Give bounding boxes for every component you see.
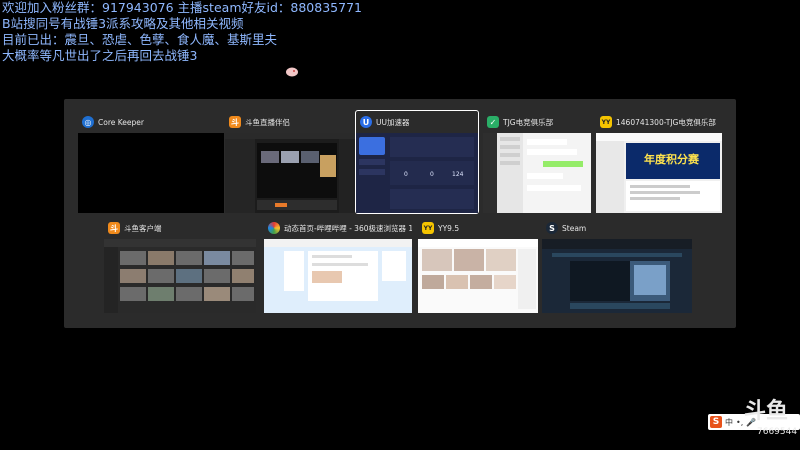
- core-keeper-icon: ◎: [82, 116, 94, 128]
- window-title: UU加速器: [376, 117, 410, 127]
- window-thumbnail: [542, 239, 692, 313]
- tile-header: ◎ Core Keeper: [82, 111, 224, 133]
- ime-mode-label[interactable]: 中: [725, 417, 733, 428]
- window-tile-yy-channel[interactable]: YY 1460741300-TJG电竞俱乐部 年度积分赛: [596, 111, 722, 213]
- mouse-cursor-icon: [286, 67, 298, 77]
- window-tile-uu-accelerator[interactable]: U UU加速器 0 0 124: [355, 110, 479, 214]
- uu-stat-2: 0: [430, 171, 434, 178]
- window-thumbnail: [78, 133, 224, 213]
- yy-app-icon: YY: [422, 222, 434, 234]
- window-tile-douyu-companion[interactable]: 斗 斗鱼直播伴侣: [225, 111, 371, 213]
- tile-header: YY YY9.5: [422, 217, 538, 239]
- tile-header: 斗 斗鱼客户端: [108, 217, 256, 239]
- douyu-client-icon: 斗: [108, 222, 120, 234]
- window-thumbnail: [264, 239, 412, 313]
- overlay-line-2: B站搜同号有战锤3派系攻略及其他相关视频: [2, 16, 244, 31]
- window-thumbnail: [418, 239, 538, 313]
- tile-header: U UU加速器: [360, 111, 478, 133]
- overlay-line-4: 大概率等凡世出了之后再回去战锤3: [2, 48, 198, 63]
- overlay-line-3: 目前已出：震旦、恐虐、色孽、食人魔、基斯里夫: [2, 32, 278, 47]
- tile-header: S Steam: [546, 217, 692, 239]
- window-title: 斗鱼客户端: [124, 223, 162, 233]
- window-tile-core-keeper[interactable]: ◎ Core Keeper: [78, 111, 224, 213]
- tile-header: 斗 斗鱼直播伴侣: [229, 111, 371, 133]
- window-thumbnail: 0 0 124: [356, 133, 478, 213]
- douyu-companion-icon: 斗: [229, 116, 241, 128]
- window-title: Core Keeper: [98, 117, 144, 127]
- window-title: TJG电竞俱乐部: [503, 117, 554, 127]
- steam-icon: S: [546, 222, 558, 234]
- window-thumbnail: [225, 133, 371, 213]
- tile-header: 动态首页-哔哩哔哩 - 360极速浏览器 13.5: [268, 217, 412, 239]
- ime-punctuation-toggle[interactable]: •,: [736, 418, 743, 427]
- stream-overlay-text: 欢迎加入粉丝群：917943076 主播steam好友id：880835771 …: [2, 0, 362, 64]
- room-id-label: 7669544: [757, 427, 798, 437]
- window-title: YY9.5: [438, 223, 460, 233]
- window-title: 1460741300-TJG电竞俱乐部: [616, 117, 716, 127]
- window-thumbnail: [104, 239, 256, 313]
- window-tile-yy95[interactable]: YY YY9.5: [418, 217, 538, 313]
- window-tile-steam[interactable]: S Steam: [542, 217, 692, 313]
- window-tile-douyu-client[interactable]: 斗 斗鱼客户端: [104, 217, 256, 313]
- window-tile-wechat-tjg[interactable]: ✓ TJG电竞俱乐部: [483, 111, 591, 213]
- wechat-icon: ✓: [487, 116, 499, 128]
- tile-header: ✓ TJG电竞俱乐部: [487, 111, 591, 133]
- alt-tab-window-switcher: ◎ Core Keeper 斗 斗鱼直播伴侣 U UU加速器 0 0 124 ✓…: [64, 99, 736, 328]
- window-title: 斗鱼直播伴侣: [245, 117, 290, 127]
- douyu-watermark-logo: 斗鱼: [743, 399, 788, 424]
- uu-accelerator-icon: U: [360, 116, 372, 128]
- sogou-ime-icon: S: [710, 416, 722, 428]
- window-thumbnail: 年度积分赛: [596, 133, 722, 213]
- window-thumbnail: [483, 133, 591, 213]
- uu-stat-3: 124: [452, 171, 464, 178]
- window-tile-360-browser[interactable]: 动态首页-哔哩哔哩 - 360极速浏览器 13.5: [264, 217, 412, 313]
- window-title: 动态首页-哔哩哔哩 - 360极速浏览器 13.5: [284, 223, 412, 233]
- uu-stat-1: 0: [404, 171, 408, 178]
- overlay-line-1: 欢迎加入粉丝群：917943076 主播steam好友id：880835771: [2, 0, 362, 15]
- event-banner-text: 年度积分赛: [644, 153, 699, 166]
- tile-header: YY 1460741300-TJG电竞俱乐部: [600, 111, 722, 133]
- yy-icon: YY: [600, 116, 612, 128]
- 360-browser-icon: [268, 222, 280, 234]
- window-title: Steam: [562, 223, 587, 233]
